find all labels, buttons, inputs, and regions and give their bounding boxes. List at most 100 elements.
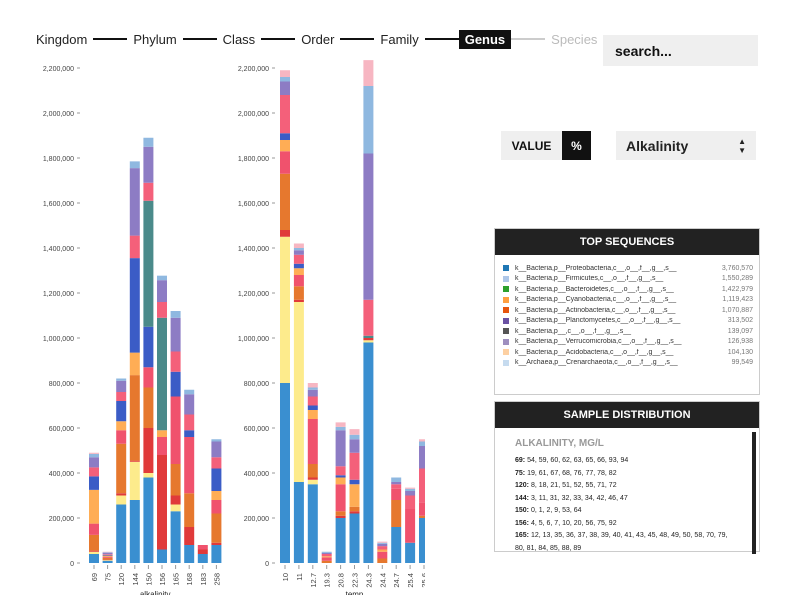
bar-segment: [307, 477, 318, 480]
x-tick-label: 165: [172, 573, 181, 586]
bar-segment: [170, 495, 181, 505]
x-tick-label: 20.8: [337, 573, 346, 588]
bar-segment: [307, 389, 318, 397]
bar-segment: [143, 387, 154, 428]
distribution-values: 54, 59, 60, 62, 63, 65, 66, 93, 94: [525, 457, 629, 464]
alkalinity-stacked-bar-chart: 0 200,000 400,000 600,000 800,000 1,000,000 1,…: [43, 66, 222, 595]
bar-segment: [170, 317, 181, 352]
sample-distribution-scrollbar[interactable]: [752, 432, 756, 554]
sequence-color-swatch: [503, 296, 509, 303]
bar-segment: [321, 551, 332, 553]
y-tick-label: 1,200,000: [43, 291, 74, 298]
bar-segment: [170, 504, 181, 512]
sequence-row[interactable]: k__Bacteria,p__Verrucomicrobia,c__,o__,f…: [503, 337, 753, 348]
x-tick-label: 120: [117, 573, 126, 586]
bar-segment: [211, 491, 222, 500]
bar-segment: [184, 389, 195, 395]
bar-segment: [335, 430, 346, 467]
bar-segment: [116, 392, 127, 401]
x-tick-label: 258: [212, 573, 221, 586]
sequence-count: 1,119,423: [722, 296, 753, 304]
sequence-count: 1,070,887: [721, 306, 753, 314]
bar-segment: [211, 457, 222, 469]
sequence-row[interactable]: k__Bacteria,p__Bacteroidetes,c__,o__,f__…: [503, 284, 753, 295]
breadcrumb-genus[interactable]: Genus: [458, 29, 512, 49]
breadcrumb-phylum[interactable]: Phylum: [127, 30, 182, 49]
x-tick-label: 75: [104, 573, 113, 581]
x-tick-label: 24.7: [392, 573, 401, 588]
sample-distribution-subtitle: ALKALINITY, MG/L: [515, 438, 604, 449]
sequence-name: k__Bacteria,p__Cyanobacteria,c__,o__,f__…: [515, 296, 677, 304]
distribution-key: 156:: [515, 519, 530, 527]
bar-segment: [335, 477, 346, 485]
sequence-count: 104,130: [727, 348, 753, 356]
bar-segment: [116, 443, 127, 494]
x-tick-label: 183: [199, 573, 208, 586]
bar-segment: [335, 484, 346, 512]
bar-segment: [89, 550, 99, 552]
bar-segment: [197, 554, 208, 563]
x-tick-label: 25.4: [406, 573, 415, 588]
breadcrumb-class[interactable]: Class: [217, 30, 262, 49]
distribution-values: 8, 18, 21, 51, 52, 55, 71, 72: [529, 482, 617, 489]
temp-stacked-bar-chart: 0 200,000 400,000 600,000 800,000 1,000,000 1,…: [238, 60, 425, 595]
bar-segment: [211, 542, 222, 545]
bar-segment: [377, 542, 388, 544]
bar-segment: [157, 280, 167, 302]
metric-select[interactable]: Alkalinity ▲ ▼: [616, 131, 756, 160]
sequence-row[interactable]: k__Bacteria,p__,c__,o__,f__,g__,s__ 139,0…: [503, 326, 753, 337]
breadcrumb-order[interactable]: Order: [295, 30, 340, 49]
bar-segment: [349, 452, 360, 480]
bar-segment: [280, 236, 290, 383]
x-tick-label: 24.3: [364, 573, 373, 588]
sequence-color-swatch: [503, 359, 509, 366]
bar-segment: [293, 299, 304, 302]
bar-segment: [280, 151, 290, 174]
bar-segment: [184, 430, 195, 437]
bar-segment: [157, 317, 167, 431]
bar-segment: [211, 513, 222, 543]
bar-segment: [293, 302, 304, 482]
bar-segment: [293, 275, 304, 287]
bar-segment: [102, 556, 113, 558]
value-toggle-button[interactable]: VALUE: [501, 131, 562, 160]
bar-segment: [349, 511, 360, 514]
bar-segment: [280, 70, 290, 77]
bar-segment: [184, 437, 195, 494]
bar-segment: [129, 235, 140, 259]
search-input[interactable]: [613, 41, 748, 60]
breadcrumb-species[interactable]: Species: [545, 30, 603, 49]
sequence-row[interactable]: k__Bacteria,p__Proteobacteria,c__,o__,f_…: [503, 263, 753, 274]
sequence-row[interactable]: k__Bacteria,p__Firmicutes,c__,o__,f__,g_…: [503, 274, 753, 285]
bar-segment: [293, 250, 304, 255]
bar-segment: [280, 81, 290, 95]
bar-segment: [405, 509, 416, 543]
percent-toggle-button[interactable]: %: [562, 131, 591, 160]
sequence-row[interactable]: k__Bacteria,p__Cyanobacteria,c__,o__,f__…: [503, 295, 753, 306]
breadcrumb-kingdom[interactable]: Kingdom: [30, 30, 93, 49]
bar-segment: [129, 500, 140, 563]
x-tick-label: 150: [144, 573, 153, 586]
sequence-row[interactable]: k__Bacteria,p__Planctomycetes,c__,o__,f_…: [503, 316, 753, 327]
sequence-row[interactable]: k__Bacteria,p__Actinobacteria,c__,o__,f_…: [503, 305, 753, 316]
bar-segment: [377, 558, 388, 563]
bar-segment: [129, 352, 140, 376]
y-tick-label: 200,000: [49, 516, 74, 523]
search-box: [603, 35, 758, 66]
sequence-row[interactable]: k__Bacteria,p__Acidobacteria,c__,o__,f__…: [503, 347, 753, 358]
sequence-row[interactable]: k__Archaea,p__Crenarchaeota,c__,o__,f__,…: [503, 358, 753, 369]
bar-segment: [102, 557, 113, 560]
bar-segment: [307, 479, 318, 485]
distribution-key: 150:: [515, 507, 530, 514]
sequence-color-swatch: [503, 275, 509, 282]
bar-segment: [391, 482, 402, 485]
y-tick-label: 800,000: [49, 381, 74, 388]
bar-segment: [170, 311, 181, 318]
breadcrumb-family[interactable]: Family: [374, 30, 424, 49]
bar-segment: [184, 527, 195, 545]
x-tick-label: 22.3: [351, 573, 360, 588]
distribution-values: 3, 11, 31, 32, 33, 34, 42, 46, 47: [529, 494, 628, 502]
bar-segment: [184, 493, 195, 527]
bar-segment: [349, 506, 360, 512]
bar-segment: [363, 340, 374, 343]
